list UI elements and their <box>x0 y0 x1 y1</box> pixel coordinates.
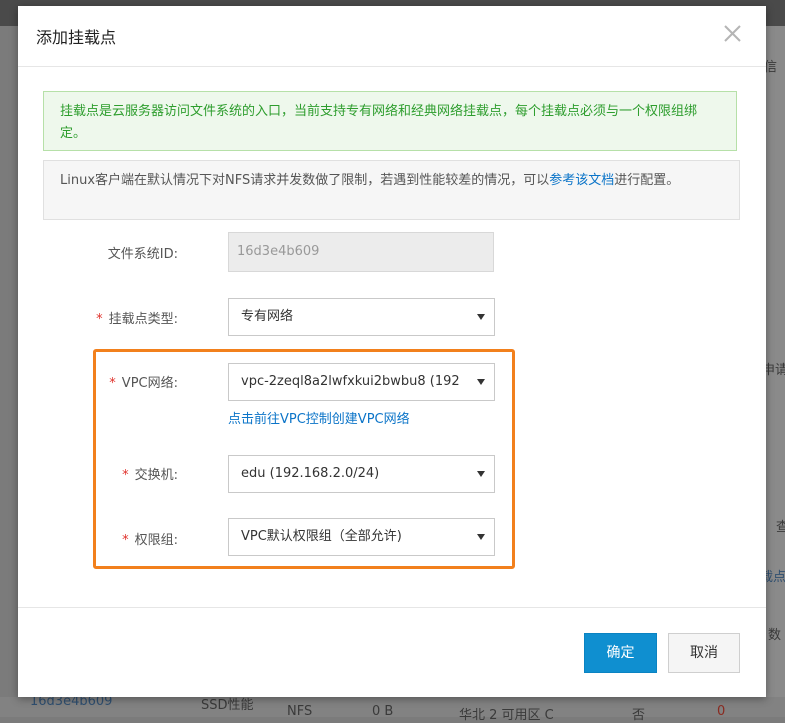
cancel-button[interactable]: 取消 <box>668 633 740 673</box>
dialog-footer-divider <box>18 607 766 608</box>
switch-label-text: 交换机: <box>134 468 178 483</box>
background-row-encrypted: 否 <box>632 708 646 723</box>
permission-group-select[interactable]: VPC默认权限组（全部允许) <box>228 518 495 556</box>
switch-value: edu (192.168.2.0/24) <box>241 466 380 481</box>
chevron-down-icon <box>477 471 485 477</box>
background-fragment: 数 <box>768 628 782 643</box>
permission-group-label: * 权限组: <box>0 529 178 548</box>
required-mark: * <box>109 376 116 391</box>
vpc-network-value: vpc-2zeql8a2lwfxkui2bwbu8 (192. <box>241 374 459 389</box>
add-mount-point-dialog: 添加挂载点 挂载点是云服务器访问文件系统的入口，当前支持专有网络和经典网络挂载点… <box>18 6 766 697</box>
vpc-network-select[interactable]: vpc-2zeql8a2lwfxkui2bwbu8 (192. <box>228 363 495 401</box>
vpc-network-label: * VPC网络: <box>0 372 178 391</box>
switch-label: * 交换机: <box>0 464 178 483</box>
notice-text: Linux客户端在默认情况下对NFS请求并发数做了限制，若遇到性能较差的情况，可… <box>60 173 550 188</box>
permission-group-label-text: 权限组: <box>134 533 178 548</box>
nfs-performance-notice: Linux客户端在默认情况下对NFS请求并发数做了限制，若遇到性能较差的情况，可… <box>43 160 740 220</box>
mount-type-label: * 挂载点类型: <box>0 308 178 327</box>
background-right-panel: 信 申请 查 载点 数 <box>760 26 785 717</box>
chevron-down-icon <box>477 379 485 385</box>
switch-select[interactable]: edu (192.168.2.0/24) <box>228 455 495 493</box>
chevron-down-icon <box>477 534 485 540</box>
background-row-region: 华北 2 可用区 C <box>459 708 554 723</box>
vpc-network-label-text: VPC网络: <box>121 376 178 391</box>
filesystem-id-field: 16d3e4b609 <box>228 232 494 272</box>
mount-type-label-text: 挂载点类型: <box>108 312 178 327</box>
dialog-title: 添加挂载点 <box>36 28 117 47</box>
mount-type-value: 专有网络 <box>241 309 294 324</box>
mount-type-select[interactable]: 专有网络 <box>228 298 495 336</box>
create-vpc-link[interactable]: 点击前往VPC控制创建VPC网络 <box>228 408 410 427</box>
filesystem-id-label-text: 文件系统ID: <box>107 247 178 262</box>
dialog-header: 添加挂载点 <box>18 6 766 67</box>
filesystem-id-label: 文件系统ID: <box>0 243 178 262</box>
close-icon[interactable] <box>718 18 748 48</box>
required-mark: * <box>122 468 129 483</box>
notice-text-tail: 进行配置。 <box>614 173 680 188</box>
background-fragment: 查 <box>776 520 785 535</box>
required-mark: * <box>96 312 103 327</box>
confirm-button[interactable]: 确定 <box>584 633 657 673</box>
background-table-row: 16d3e4b609 SSD性能 NFS 0 B 华北 2 可用区 C 否 0 <box>0 694 785 723</box>
chevron-down-icon <box>477 314 485 320</box>
permission-group-value: VPC默认权限组（全部允许) <box>241 529 402 544</box>
mount-point-info-notice: 挂载点是云服务器访问文件系统的入口，当前支持专有网络和经典网络挂载点，每个挂载点… <box>43 91 737 151</box>
required-mark: * <box>122 533 129 548</box>
reference-doc-link[interactable]: 参考该文档 <box>549 173 614 188</box>
